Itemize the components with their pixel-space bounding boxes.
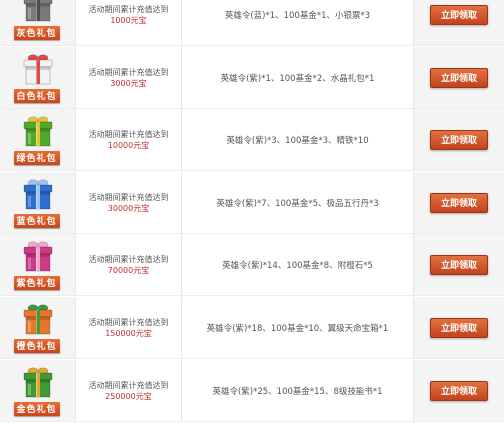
gift-box-icon — [23, 115, 52, 146]
condition-text: 活动期间累计充值达到 — [88, 192, 169, 202]
action-cell: 立即领取 — [414, 172, 504, 233]
condition-amount: 70000元宝 — [107, 265, 150, 275]
condition-cell: 活动期间累计充值达到 30000元宝 — [76, 172, 182, 233]
gift-cell: 蓝色礼包 — [0, 172, 76, 233]
condition-cell: 活动期间累计充值达到 1000元宝 — [76, 0, 182, 45]
reward-cell: 英雄令(紫)*14、100基金*8、附橙石*5 — [182, 234, 414, 295]
gift-box-icon — [23, 0, 52, 21]
condition-amount: 10000元宝 — [107, 140, 150, 150]
action-cell: 立即领取 — [414, 297, 504, 358]
reward-text: 英雄令(蓝)*1、100基金*1、小银票*3 — [224, 10, 371, 21]
reward-cell: 英雄令(紫)*25、100基金*15、8级技能书*1 — [182, 360, 414, 421]
claim-button[interactable]: 立即领取 — [430, 129, 488, 150]
reward-cell: 英雄令(紫)*7、100基金*5、极品五行丹*3 — [182, 172, 414, 233]
gift-cell: 灰色礼包 — [0, 0, 76, 45]
condition-text: 活动期间累计充值达到 — [88, 129, 169, 139]
condition-amount: 250000元宝 — [105, 391, 152, 401]
reward-text: 英雄令(紫)*1、100基金*2、水晶礼包*1 — [220, 73, 375, 84]
claim-button[interactable]: 立即领取 — [430, 67, 488, 88]
action-cell: 立即领取 — [414, 360, 504, 421]
gift-row: 绿色礼包 活动期间累计充值达到 10000元宝 英雄令(紫)*3、100基金*3… — [0, 109, 504, 171]
condition-cell: 活动期间累计充值达到 10000元宝 — [76, 109, 182, 170]
condition-cell: 活动期间累计充值达到 250000元宝 — [76, 360, 182, 421]
action-cell: 立即领取 — [414, 109, 504, 170]
gift-row: 蓝色礼包 活动期间累计充值达到 30000元宝 英雄令(紫)*7、100基金*5… — [0, 172, 504, 234]
claim-button[interactable]: 立即领取 — [430, 317, 488, 338]
gift-box-icon — [23, 303, 52, 334]
claim-button[interactable]: 立即领取 — [430, 380, 488, 401]
gift-row: 灰色礼包 活动期间累计充值达到 1000元宝 英雄令(蓝)*1、100基金*1、… — [0, 0, 504, 46]
condition-cell: 活动期间累计充值达到 3000元宝 — [76, 47, 182, 108]
gift-reward-table: 灰色礼包 活动期间累计充值达到 1000元宝 英雄令(蓝)*1、100基金*1、… — [0, 0, 504, 434]
condition-text: 活动期间累计充值达到 — [88, 4, 169, 14]
condition-amount: 3000元宝 — [110, 78, 147, 88]
condition-amount: 150000元宝 — [105, 328, 152, 338]
gift-label: 蓝色礼包 — [13, 213, 60, 228]
reward-cell: 英雄令(紫)*18、100基金*10、翼级天命宝箱*1 — [182, 297, 414, 358]
gift-box: 灰色礼包 — [8, 0, 68, 43]
gift-row: 紫色礼包 活动期间累计充值达到 70000元宝 英雄令(紫)*14、100基金*… — [0, 234, 504, 296]
action-cell: 立即领取 — [414, 0, 504, 45]
condition-text: 活动期间累计充值达到 — [88, 67, 169, 77]
reward-text: 英雄令(紫)*25、100基金*15、8级技能书*1 — [212, 386, 383, 397]
reward-text: 英雄令(紫)*14、100基金*8、附橙石*5 — [222, 260, 373, 271]
action-cell: 立即领取 — [414, 47, 504, 108]
claim-button[interactable]: 立即领取 — [430, 4, 488, 25]
condition-amount: 30000元宝 — [107, 203, 150, 213]
gift-label: 紫色礼包 — [13, 275, 60, 290]
gift-cell: 金色礼包 — [0, 360, 76, 421]
reward-text: 英雄令(紫)*18、100基金*10、翼级天命宝箱*1 — [206, 323, 389, 334]
condition-cell: 活动期间累计充值达到 70000元宝 — [76, 234, 182, 295]
gift-label: 白色礼包 — [13, 88, 60, 103]
reward-cell: 英雄令(紫)*3、100基金*3、精铁*10 — [182, 109, 414, 170]
gift-row: 橙色礼包 活动期间累计充值达到 150000元宝 英雄令(紫)*18、100基金… — [0, 297, 504, 359]
condition-text: 活动期间累计充值达到 — [88, 380, 169, 390]
gift-row: 金色礼包 活动期间累计充值达到 250000元宝 英雄令(紫)*25、100基金… — [0, 360, 504, 422]
gift-label: 绿色礼包 — [13, 150, 60, 165]
gift-box: 紫色礼包 — [8, 237, 68, 293]
gift-label: 金色礼包 — [13, 401, 60, 416]
claim-button[interactable]: 立即领取 — [430, 192, 488, 213]
gift-box: 橙色礼包 — [8, 300, 68, 356]
gift-box-icon — [23, 53, 52, 84]
gift-cell: 绿色礼包 — [0, 109, 76, 170]
gift-box: 白色礼包 — [8, 50, 68, 106]
condition-text: 活动期间累计充值达到 — [88, 254, 169, 264]
action-cell: 立即领取 — [414, 234, 504, 295]
gift-box: 蓝色礼包 — [8, 175, 68, 231]
gift-box: 绿色礼包 — [8, 112, 68, 168]
gift-cell: 紫色礼包 — [0, 234, 76, 295]
condition-cell: 活动期间累计充值达到 150000元宝 — [76, 297, 182, 358]
reward-text: 英雄令(紫)*7、100基金*5、极品五行丹*3 — [216, 198, 379, 209]
condition-amount: 1000元宝 — [110, 15, 147, 25]
gift-box-icon — [23, 366, 52, 397]
reward-cell: 英雄令(蓝)*1、100基金*1、小银票*3 — [182, 0, 414, 45]
gift-row: 白色礼包 活动期间累计充值达到 3000元宝 英雄令(紫)*1、100基金*2、… — [0, 47, 504, 109]
gift-label: 橙色礼包 — [13, 338, 60, 353]
gift-cell: 白色礼包 — [0, 47, 76, 108]
gift-box: 金色礼包 — [8, 363, 68, 419]
condition-text: 活动期间累计充值达到 — [88, 317, 169, 327]
claim-button[interactable]: 立即领取 — [430, 254, 488, 275]
gift-cell: 橙色礼包 — [0, 297, 76, 358]
gift-box-icon — [23, 178, 52, 209]
gift-box-icon — [23, 240, 52, 271]
reward-cell: 英雄令(紫)*1、100基金*2、水晶礼包*1 — [182, 47, 414, 108]
reward-text: 英雄令(紫)*3、100基金*3、精铁*10 — [226, 135, 369, 146]
gift-label: 灰色礼包 — [13, 25, 60, 40]
